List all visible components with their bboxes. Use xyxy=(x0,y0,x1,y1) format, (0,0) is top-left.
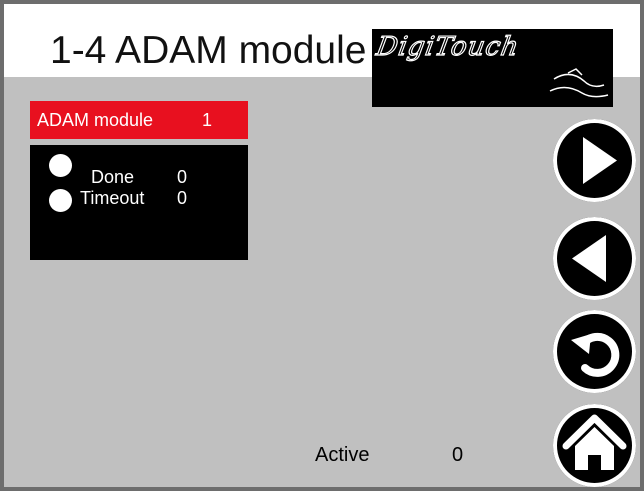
active-value: 0 xyxy=(452,444,464,466)
page-title: 1-4 ADAM module xyxy=(50,29,367,72)
status-label: Timeout xyxy=(80,188,145,208)
home-button[interactable] xyxy=(553,404,636,487)
home-icon xyxy=(562,414,627,470)
digitouch-logo: DigiTouch xyxy=(372,29,613,107)
module-selector-label: ADAM module xyxy=(37,110,154,130)
timeout-indicator-icon xyxy=(49,189,72,212)
logo-hand-icon xyxy=(549,68,609,98)
next-button[interactable] xyxy=(553,119,636,202)
previous-button[interactable] xyxy=(553,217,636,300)
done-indicator-icon xyxy=(49,154,72,177)
status-panel: Done 0 Timeout 0 xyxy=(30,145,248,260)
return-arrow-icon xyxy=(571,332,620,377)
status-value: 0 xyxy=(177,167,188,187)
module-selector[interactable]: ADAM module 1 xyxy=(30,101,248,139)
active-label: Active xyxy=(315,444,370,466)
play-forward-icon xyxy=(583,137,617,184)
play-back-icon xyxy=(572,235,606,282)
status-value: 0 xyxy=(177,188,188,208)
module-selector-number: 1 xyxy=(202,110,213,130)
return-button[interactable] xyxy=(553,310,636,393)
status-label: Done xyxy=(91,167,135,187)
logo-wordmark: DigiTouch xyxy=(373,32,521,62)
